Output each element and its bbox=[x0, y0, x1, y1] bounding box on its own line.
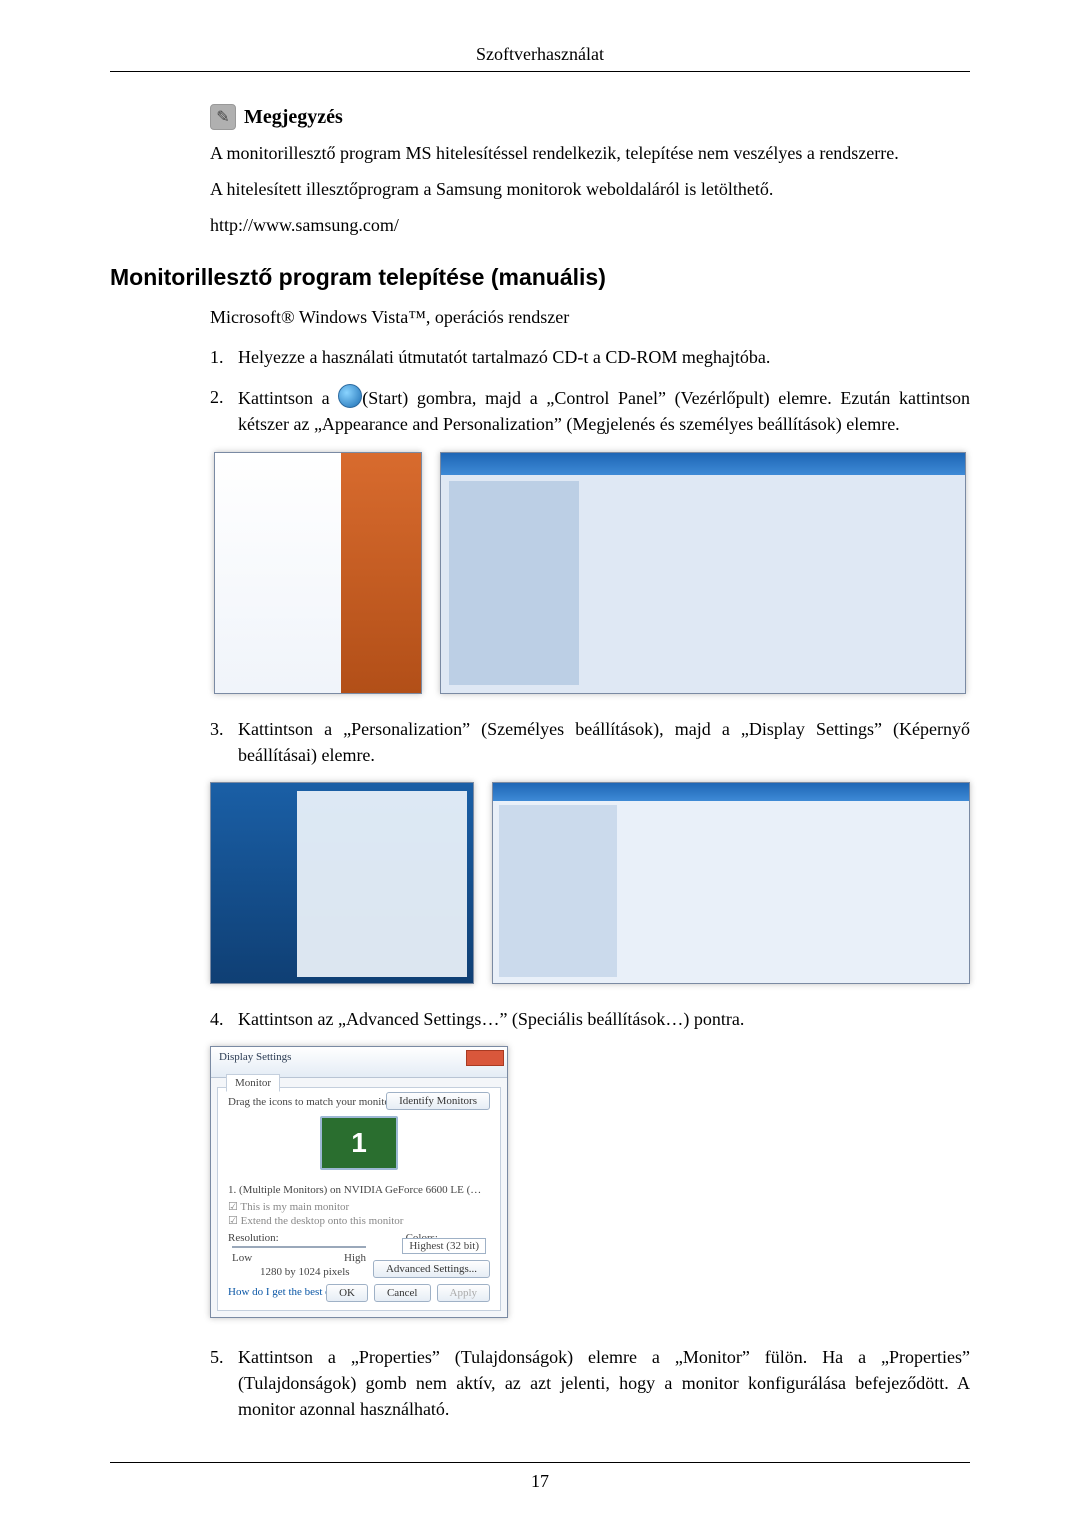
drag-instruction: Drag the icons to match your monitors. bbox=[228, 1096, 401, 1108]
step-number: 2. bbox=[210, 384, 238, 437]
section-heading: Monitorillesztő program telepítése (manu… bbox=[110, 264, 970, 291]
step-text: Kattintson a „Properties” (Tulajdonságok… bbox=[238, 1344, 970, 1422]
note-line-2: A hitelesített illesztőprogram a Samsung… bbox=[210, 176, 970, 202]
screenshot-start-menu bbox=[214, 452, 422, 694]
page-number: 17 bbox=[110, 1471, 970, 1492]
note-icon: ✎ bbox=[210, 104, 236, 130]
step-4: 4. Kattintson az „Advanced Settings…” (S… bbox=[210, 1006, 970, 1032]
extend-desktop-checkbox[interactable]: ☑ Extend the desktop onto this monitor bbox=[228, 1214, 403, 1227]
running-head: Szoftverhasználat bbox=[110, 44, 970, 65]
monitor-thumbnail-1[interactable]: 1 bbox=[320, 1116, 398, 1170]
slider-low-label: Low bbox=[232, 1252, 252, 1264]
extend-desktop-label: Extend the desktop onto this monitor bbox=[241, 1215, 404, 1227]
bottom-rule bbox=[110, 1462, 970, 1463]
step-1: 1. Helyezze a használati útmutatót tarta… bbox=[210, 344, 970, 370]
screenshot-appearance-panel bbox=[210, 782, 474, 984]
resolution-value: 1280 by 1024 pixels bbox=[260, 1266, 350, 1278]
note-title: Megjegyzés bbox=[244, 106, 343, 129]
note-header: ✎ Megjegyzés bbox=[210, 104, 970, 130]
step-5: 5. Kattintson a „Properties” (Tulajdonsá… bbox=[210, 1344, 970, 1422]
ok-button[interactable]: OK bbox=[326, 1284, 368, 1302]
screenshot-display-settings: Display Settings Monitor Drag the icons … bbox=[210, 1046, 508, 1318]
screenshot-control-panel bbox=[440, 452, 966, 694]
step-number: 3. bbox=[210, 716, 238, 768]
slider-high-label: High bbox=[344, 1252, 366, 1264]
subheading: Microsoft® Windows Vista™, operációs ren… bbox=[210, 307, 970, 328]
apply-button: Apply bbox=[437, 1284, 491, 1302]
identify-monitors-button[interactable]: Identify Monitors bbox=[386, 1092, 490, 1110]
screenshot-row-1 bbox=[210, 452, 970, 694]
step-2: 2. Kattintson a (Start) gombra, majd a „… bbox=[210, 384, 970, 437]
note-link: http://www.samsung.com/ bbox=[210, 212, 970, 238]
top-rule bbox=[110, 71, 970, 72]
advanced-settings-button[interactable]: Advanced Settings... bbox=[373, 1260, 490, 1278]
step-text: Kattintson a „Personalization” (Személye… bbox=[238, 716, 970, 768]
start-orb-icon bbox=[338, 384, 362, 408]
main-monitor-label: This is my main monitor bbox=[240, 1201, 349, 1213]
step-text: Helyezze a használati útmutatót tartalma… bbox=[238, 344, 970, 370]
step-number: 5. bbox=[210, 1344, 238, 1422]
step-number: 4. bbox=[210, 1006, 238, 1032]
resolution-slider[interactable]: Low High 1280 by 1024 pixels Highest (32… bbox=[232, 1238, 486, 1256]
close-icon[interactable] bbox=[466, 1050, 504, 1066]
screenshot-personalization bbox=[492, 782, 970, 984]
note-line-1: A monitorillesztő program MS hitelesítés… bbox=[210, 140, 970, 166]
screenshot-row-2 bbox=[210, 782, 970, 984]
monitor-tab[interactable]: Monitor bbox=[226, 1074, 280, 1092]
step-3: 3. Kattintson a „Personalization” (Szemé… bbox=[210, 716, 970, 768]
cancel-button[interactable]: Cancel bbox=[374, 1284, 431, 1302]
step-number: 1. bbox=[210, 344, 238, 370]
main-monitor-checkbox[interactable]: ☑ This is my main monitor bbox=[228, 1200, 349, 1213]
step-text: Kattintson a (Start) gombra, majd a „Con… bbox=[238, 384, 970, 437]
step-text: Kattintson az „Advanced Settings…” (Spec… bbox=[238, 1006, 970, 1032]
device-dropdown[interactable]: 1. (Multiple Monitors) on NVIDIA GeForce… bbox=[228, 1184, 490, 1196]
colors-dropdown[interactable]: Highest (32 bit) bbox=[402, 1238, 486, 1254]
